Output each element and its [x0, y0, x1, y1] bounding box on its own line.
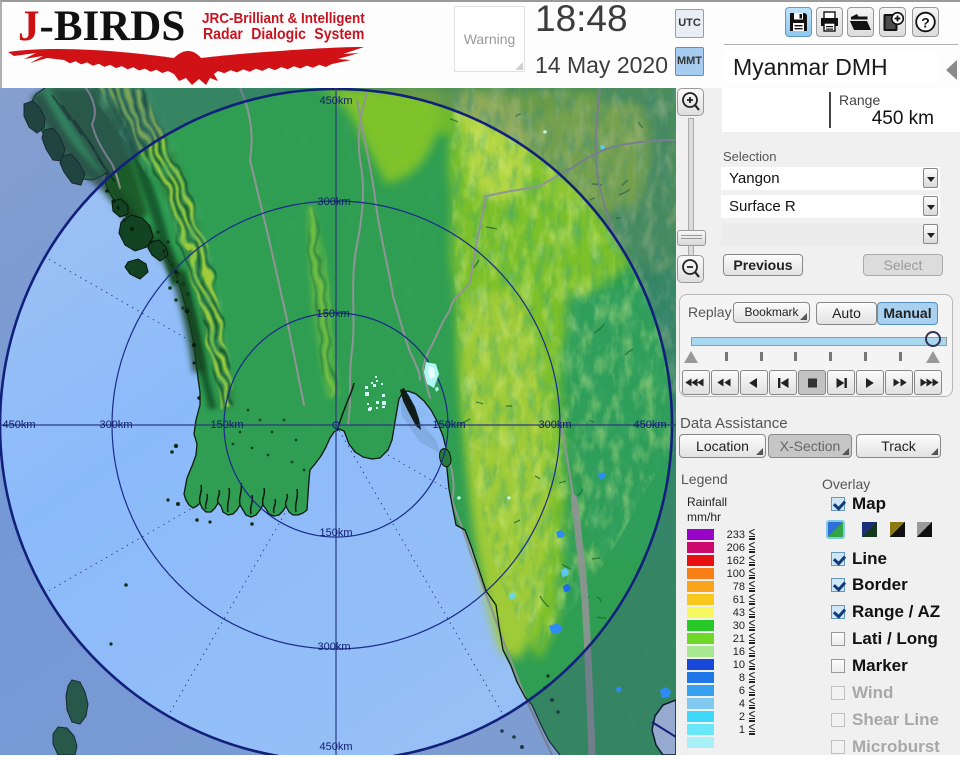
svg-text:300km: 300km [317, 641, 350, 653]
svg-text:450km: 450km [319, 95, 352, 107]
svg-text:450km: 450km [633, 419, 666, 431]
svg-text:?: ? [921, 15, 930, 31]
svg-text:300km: 300km [99, 419, 132, 431]
svg-text:150km: 150km [316, 308, 349, 320]
svg-text:150km: 150km [210, 419, 243, 431]
svg-text:150km: 150km [432, 419, 465, 431]
svg-text:450km: 450km [2, 419, 35, 431]
svg-text:300km: 300km [317, 196, 350, 208]
svg-text:450km: 450km [319, 741, 352, 753]
svg-text:150km: 150km [319, 527, 352, 539]
svg-text:300km: 300km [538, 419, 571, 431]
